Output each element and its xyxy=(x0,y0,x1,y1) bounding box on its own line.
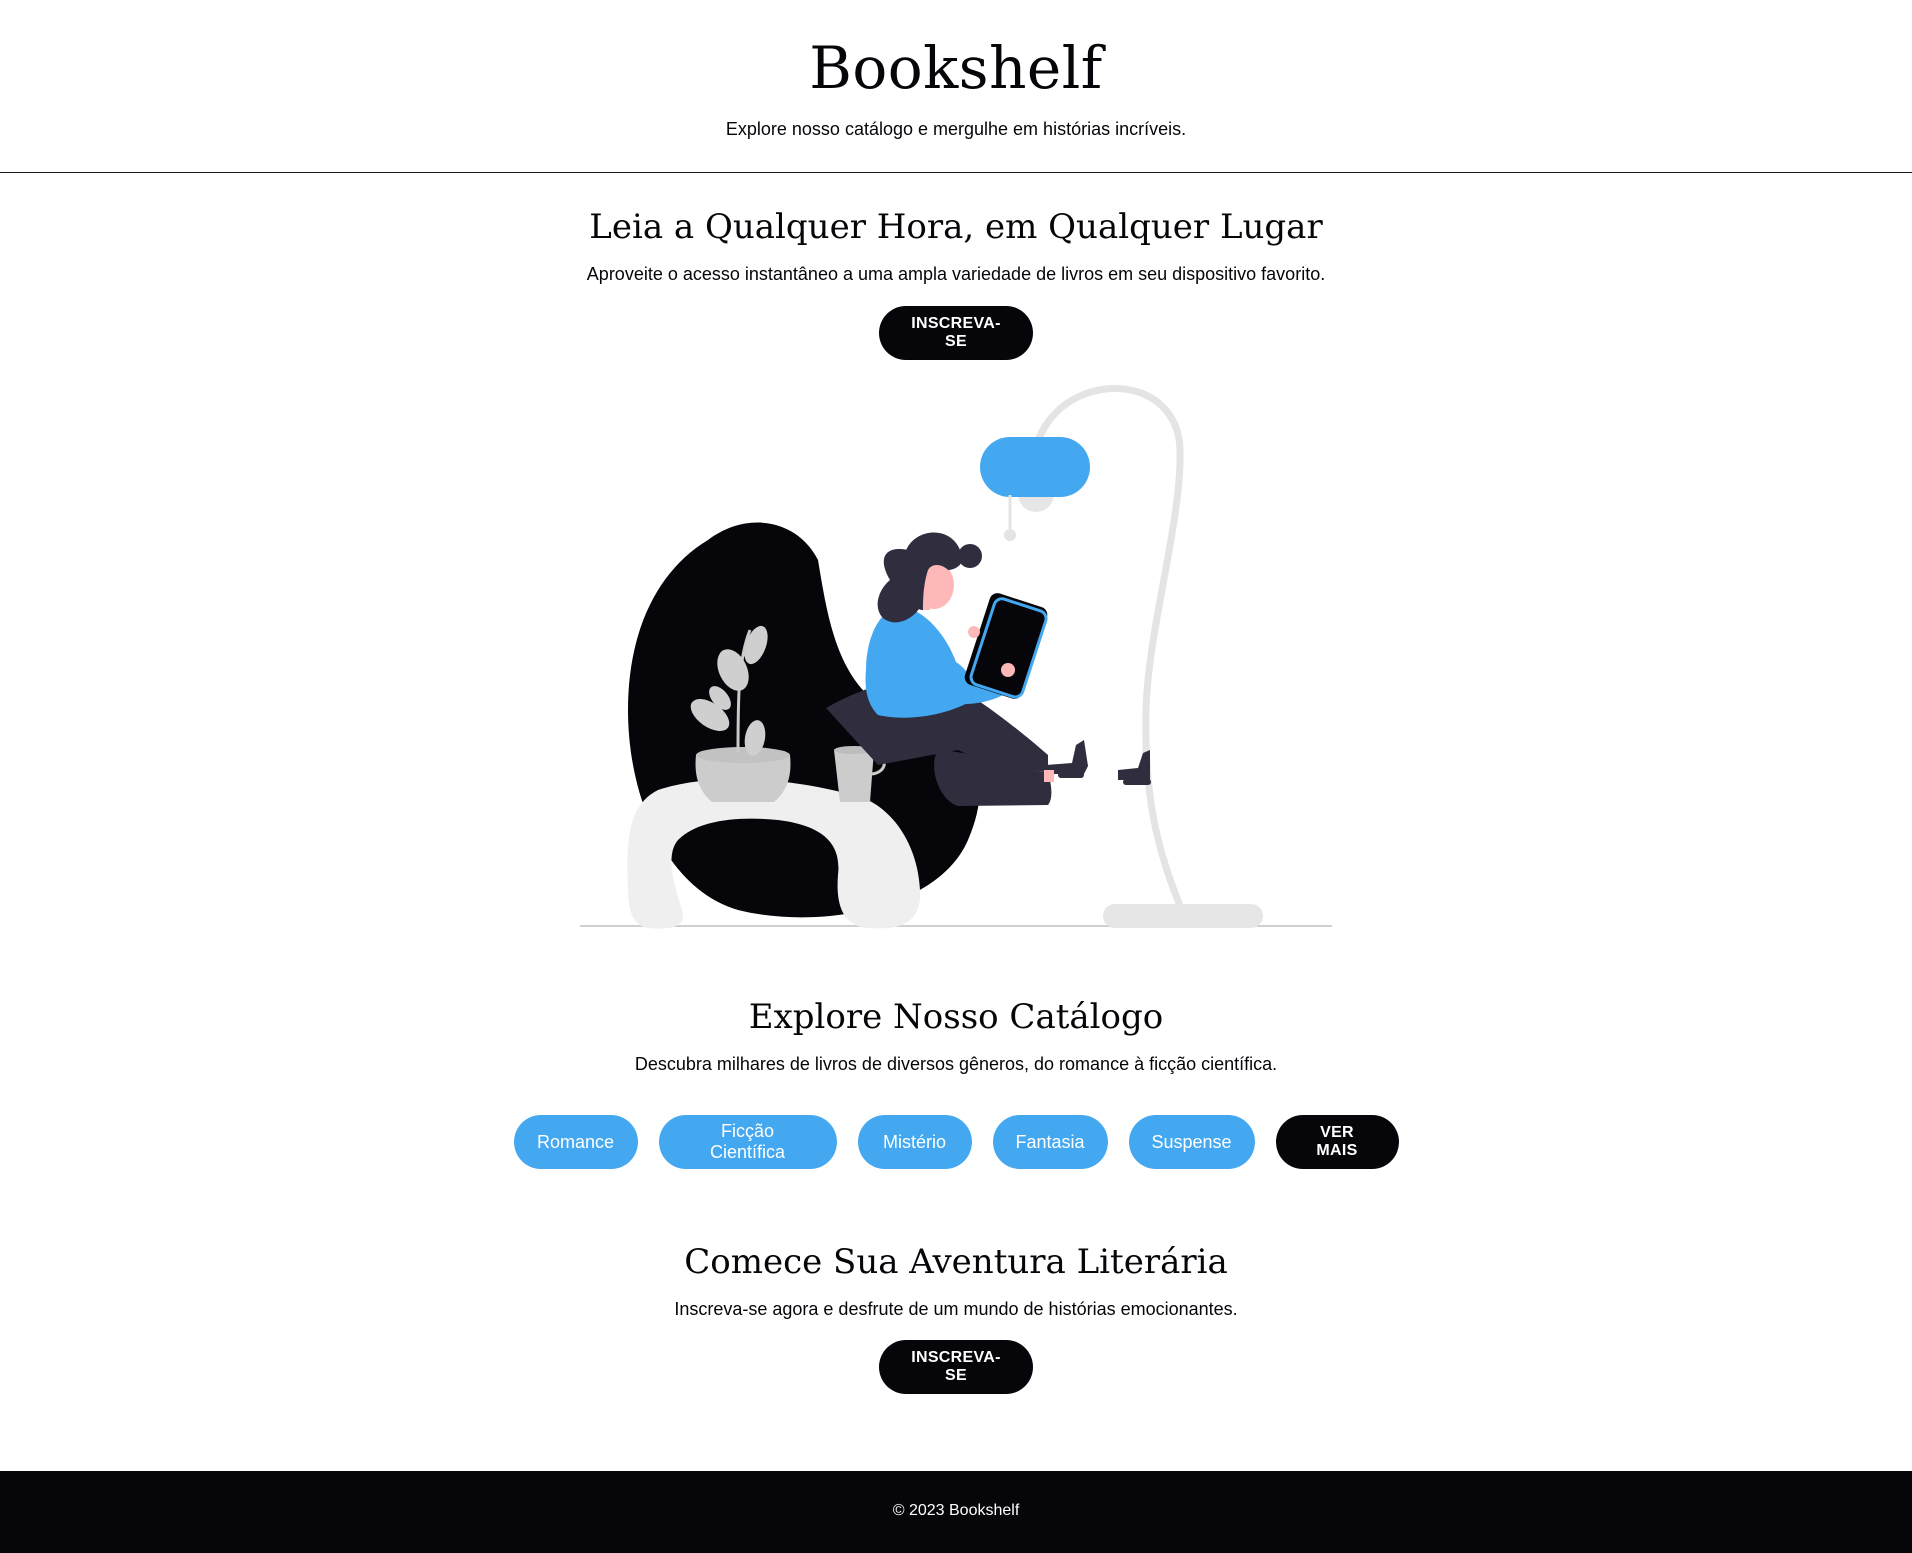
woman-reading-illustration-icon xyxy=(580,385,1332,929)
site-title: Bookshelf xyxy=(809,34,1103,102)
signup-heading: Comece Sua Aventura Literária xyxy=(684,1242,1228,1282)
reading-illustration xyxy=(578,370,1334,930)
genre-button-romance[interactable]: Romance xyxy=(513,1115,638,1169)
genre-button-ficcao-cientifica[interactable]: Ficção Científica xyxy=(658,1115,837,1169)
genre-button-suspense[interactable]: Suspense xyxy=(1128,1115,1255,1169)
hero-heading: Leia a Qualquer Hora, em Qualquer Lugar xyxy=(589,207,1323,247)
site-subtitle: Explore nosso catálogo e mergulhe em his… xyxy=(725,119,1187,139)
catalog-text: Descubra milhares de livros de diversos … xyxy=(634,1054,1278,1074)
catalog-section: Explore Nosso Catálogo Descubra milhares… xyxy=(0,995,1912,1169)
genre-button-misterio[interactable]: Mistério xyxy=(857,1115,972,1169)
site-header: Bookshelf Explore nosso catálogo e mergu… xyxy=(0,0,1912,173)
catalog-heading: Explore Nosso Catálogo xyxy=(748,997,1164,1037)
signup-text: Inscreva-se agora e desfrute de um mundo… xyxy=(674,1299,1238,1319)
hero-section: Leia a Qualquer Hora, em Qualquer Lugar … xyxy=(0,205,1912,360)
see-more-button[interactable]: VER MAIS xyxy=(1275,1115,1399,1169)
hero-text: Aproveite o acesso instantâneo a uma amp… xyxy=(586,264,1326,284)
footer-copyright: © 2023 Bookshelf xyxy=(892,1502,1020,1519)
hero-signup-button[interactable]: INSCREVA-SE xyxy=(879,306,1033,360)
signup-button[interactable]: INSCREVA-SE xyxy=(879,1340,1033,1394)
signup-section: Comece Sua Aventura Literária Inscreva-s… xyxy=(0,1240,1912,1394)
site-footer: © 2023 Bookshelf xyxy=(0,1471,1912,1553)
genre-button-fantasia[interactable]: Fantasia xyxy=(992,1115,1108,1169)
genre-list: Romance Ficção Científica Mistério Fanta… xyxy=(0,1115,1912,1169)
